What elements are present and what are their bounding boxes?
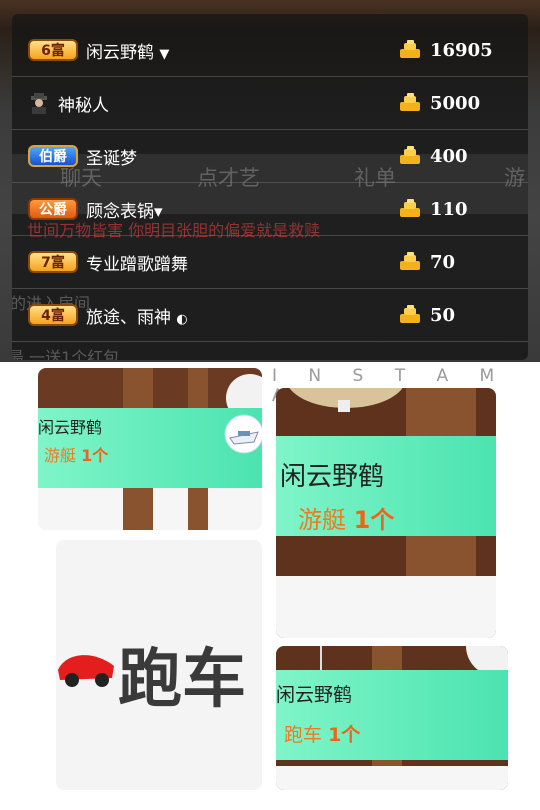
coin-count: 70	[430, 251, 456, 273]
coin-icon	[400, 146, 420, 164]
wealth-level-badge: 4富	[28, 304, 78, 326]
user-name: 圣诞梦	[86, 148, 137, 169]
noble-rank-badge: 公爵	[28, 198, 78, 220]
coin-icon	[400, 40, 420, 58]
ranking-row[interactable]: 4富 旅途、雨神 ◐ 50	[12, 289, 528, 342]
wolf-icon: ▼	[159, 46, 170, 62]
sender-name: 闲云野鹤	[38, 418, 103, 437]
gift-description: 跑车 1个	[284, 724, 361, 746]
background-redpacket-line: 最 一送1个红包	[12, 348, 120, 360]
coin-count: 5000	[430, 92, 481, 114]
moon-icon: ◐	[176, 311, 188, 327]
gift-name-closeup: 跑车	[56, 540, 262, 790]
wealth-level-badge: 6富	[28, 39, 78, 61]
gift-banner-tile: 闲云野鹤 跑车 1个	[276, 646, 508, 790]
ranking-row[interactable]: 7富 专业蹭歌蹭舞 70	[12, 236, 528, 289]
ranking-row[interactable]: 6富 闲云野鹤 ▼ 16905	[12, 24, 528, 77]
gift-description: 游艇 1个	[298, 506, 395, 534]
gift-name-text: 跑车	[118, 643, 246, 717]
user-name: 闲云野鹤 ▼	[86, 42, 170, 63]
gift-description: 游艇 1个	[44, 446, 109, 465]
hanger-clip	[338, 400, 350, 412]
coin-icon	[400, 305, 420, 323]
yacht-icon	[224, 414, 262, 454]
sender-name: 闲云野鹤	[276, 684, 353, 706]
ranking-row[interactable]: 公爵 顾念表锅▾ 110	[12, 183, 528, 236]
ranking-row[interactable]: 神秘人 5000	[12, 77, 528, 130]
gift-banner-tile: 闲云野鹤 游艇 1个	[276, 388, 496, 638]
mystery-person-icon	[28, 92, 50, 114]
contribution-ranking-panel: 聊天 点才艺 礼单 游 ： 世间万物皆害 你明目张胆的偏爱就是救赎 的进入房间 …	[12, 14, 528, 360]
sports-car-icon	[58, 655, 114, 687]
user-name: 顾念表锅▾	[86, 201, 163, 222]
gift-banner-tile: 闲云野鹤 游艇 1个	[38, 368, 262, 530]
coin-count: 110	[430, 198, 468, 220]
noble-rank-badge: 伯爵	[28, 145, 78, 167]
user-name: 神秘人	[58, 95, 109, 116]
wealth-level-badge: 7富	[28, 251, 78, 273]
user-name: 旅途、雨神 ◐	[86, 307, 188, 328]
user-name: 专业蹭歌蹭舞	[86, 254, 188, 275]
coin-icon	[400, 252, 420, 270]
coin-count: 50	[430, 304, 456, 326]
coin-icon	[400, 199, 420, 217]
coin-count: 16905	[430, 39, 493, 61]
coin-icon	[400, 93, 420, 111]
sender-name: 闲云野鹤	[280, 462, 385, 492]
ranking-row[interactable]: 伯爵 圣诞梦 400	[12, 130, 528, 183]
coin-count: 400	[430, 145, 468, 167]
